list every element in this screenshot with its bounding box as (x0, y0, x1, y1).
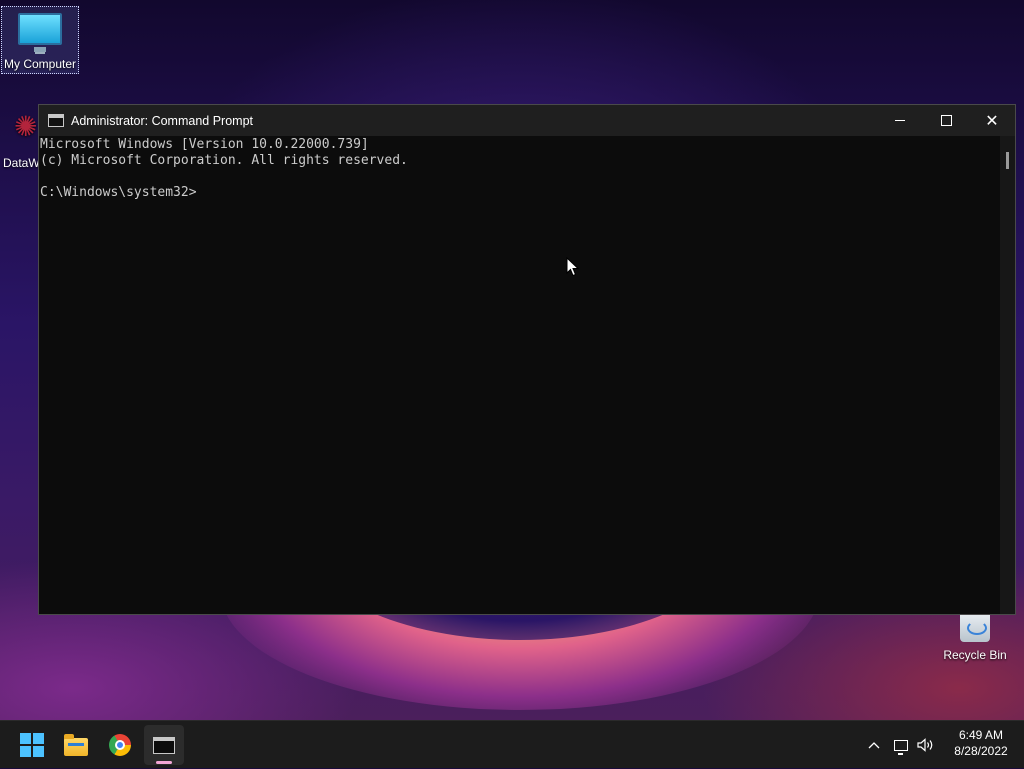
taskbar-clock[interactable]: 6:49 AM 8/28/2022 (944, 727, 1018, 759)
show-hidden-icons-button[interactable] (862, 721, 886, 769)
network-button[interactable] (890, 721, 912, 769)
console-output[interactable]: Microsoft Windows [Version 10.0.22000.73… (39, 136, 1001, 614)
command-prompt-icon[interactable] (48, 114, 64, 127)
file-explorer-button[interactable] (56, 725, 96, 765)
command-prompt-icon (153, 736, 175, 754)
mouse-cursor-icon (566, 257, 580, 277)
close-button[interactable]: ✕ (969, 105, 1015, 136)
window-title: Administrator: Command Prompt (71, 113, 254, 128)
desktop-icon-dataw[interactable]: ✺ DataW (0, 110, 40, 170)
scrollbar-thumb[interactable] (1006, 152, 1009, 169)
vertical-scrollbar[interactable] (1000, 136, 1015, 614)
clock-date: 8/28/2022 (954, 744, 1008, 758)
taskbar: 6:49 AM 8/28/2022 (0, 720, 1024, 768)
console-line: Microsoft Windows [Version 10.0.22000.73… (40, 137, 369, 152)
window-titlebar[interactable]: Administrator: Command Prompt ✕ (39, 105, 1015, 136)
volume-button[interactable] (914, 721, 938, 769)
console-line: (c) Microsoft Corporation. All rights re… (40, 153, 408, 168)
start-button[interactable] (12, 725, 52, 765)
network-icon (894, 739, 908, 755)
desktop-icon-label: My Computer (3, 57, 77, 71)
command-prompt-taskbar-button[interactable] (144, 725, 184, 765)
speaker-icon (917, 738, 933, 752)
clock-time: 6:49 AM (958, 728, 1004, 742)
console-prompt[interactable]: C:\Windows\system32> (40, 185, 1001, 201)
maximize-button[interactable] (923, 105, 969, 136)
chrome-button[interactable] (100, 725, 140, 765)
active-app-indicator (156, 761, 172, 764)
chevron-up-icon (868, 742, 880, 749)
folder-icon (64, 733, 88, 756)
chrome-icon (109, 734, 131, 756)
desktop-icon-my-computer[interactable]: My Computer (1, 6, 79, 74)
caption-buttons: ✕ (877, 105, 1015, 136)
desktop-icon-recycle-bin[interactable]: Recycle Bin (937, 612, 1013, 662)
command-prompt-window[interactable]: Administrator: Command Prompt ✕ Microsof… (38, 104, 1016, 615)
close-icon: ✕ (985, 111, 999, 130)
desktop-icon-label: Recycle Bin (943, 648, 1007, 662)
computer-icon (18, 13, 62, 52)
recycle-bin-icon (960, 614, 990, 642)
console-line: ​ (40, 169, 1001, 185)
windows-logo-icon (20, 733, 44, 757)
desktop-icon-label: DataW (3, 156, 40, 170)
minimize-button[interactable] (877, 105, 923, 136)
